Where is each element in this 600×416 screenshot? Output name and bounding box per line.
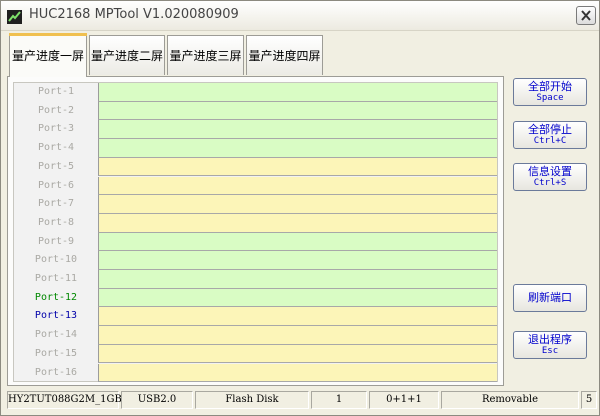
port-row: Port-1 bbox=[14, 83, 497, 102]
button-label: 刷新端口 bbox=[528, 291, 572, 304]
port-row: Port-15 bbox=[14, 344, 497, 364]
info-settings-button[interactable]: 信息设置 Ctrl+S bbox=[513, 163, 587, 191]
button-shortcut: Ctrl+S bbox=[533, 178, 567, 188]
port-label: Port-14 bbox=[34, 329, 78, 341]
port-progress-grid: Port-1 Port-2 Port-3 Port-4 Port-5 Port-… bbox=[13, 82, 498, 383]
port-progress-bar bbox=[98, 251, 497, 270]
port-label: Port-1 bbox=[37, 86, 75, 97]
port-progress-bar bbox=[98, 83, 497, 102]
port-label: Port-4 bbox=[37, 142, 75, 154]
port-progress-bar bbox=[98, 176, 497, 196]
button-shortcut: Ctrl+C bbox=[533, 136, 567, 146]
tab-progress-screen-4[interactable]: 量产进度四屏 bbox=[246, 35, 323, 75]
app-icon bbox=[7, 10, 22, 24]
button-label: 退出程序 bbox=[528, 333, 572, 346]
refresh-ports-button[interactable]: 刷新端口 bbox=[513, 284, 587, 312]
port-row: Port-11 bbox=[14, 270, 497, 289]
port-label: Port-2 bbox=[37, 104, 75, 116]
tab-progress-screen-1[interactable]: 量产进度一屏 bbox=[9, 33, 87, 77]
port-label: Port-13 bbox=[34, 310, 78, 322]
port-row: Port-4 bbox=[14, 139, 497, 158]
port-progress-bar bbox=[98, 307, 497, 327]
port-progress-bar bbox=[98, 326, 497, 345]
port-progress-bar bbox=[98, 288, 497, 308]
port-progress-bar bbox=[98, 232, 497, 252]
tab-label: 量产进度三屏 bbox=[169, 49, 242, 63]
port-progress-bar bbox=[98, 270, 497, 289]
port-row: Port-12 bbox=[14, 288, 497, 308]
port-row: Port-10 bbox=[14, 251, 497, 270]
port-label: Port-5 bbox=[37, 160, 75, 172]
tab-progress-screen-3[interactable]: 量产进度三屏 bbox=[167, 35, 244, 75]
port-label: Port-12 bbox=[34, 291, 78, 303]
exit-program-button[interactable]: 退出程序 Esc bbox=[513, 331, 587, 359]
port-row: Port-16 bbox=[14, 363, 497, 383]
tab-progress-screen-2[interactable]: 量产进度二屏 bbox=[89, 35, 165, 75]
port-row: Port-5 bbox=[14, 157, 497, 177]
window-title: HUC2168 MPTool V1.020080909 bbox=[29, 7, 239, 22]
tab-label: 量产进度四屏 bbox=[248, 49, 321, 63]
stop-all-button[interactable]: 全部停止 Ctrl+C bbox=[513, 121, 587, 149]
status-lun-info: 0+1+1 bbox=[369, 391, 439, 409]
title-bar[interactable]: HUC2168 MPTool V1.020080909 bbox=[1, 1, 599, 31]
port-row: Port-8 bbox=[14, 213, 497, 233]
status-media-type: Flash Disk bbox=[195, 391, 309, 409]
start-all-button[interactable]: 全部开始 Space bbox=[513, 78, 587, 106]
port-progress-bar bbox=[98, 120, 497, 140]
port-progress-bar bbox=[98, 344, 497, 364]
tab-label: 量产进度二屏 bbox=[90, 49, 163, 63]
port-row: Port-6 bbox=[14, 176, 497, 196]
status-device-model: HY2TUT088G2M_1GB bbox=[7, 391, 122, 409]
port-row: Port-13 bbox=[14, 307, 497, 327]
button-label: 全部停止 bbox=[528, 123, 572, 136]
port-row: Port-9 bbox=[14, 232, 497, 252]
port-row: Port-2 bbox=[14, 101, 497, 121]
button-shortcut: Esc bbox=[541, 346, 559, 356]
status-removable: Removable bbox=[441, 391, 579, 409]
status-count: 1 bbox=[311, 391, 367, 409]
close-button[interactable] bbox=[576, 6, 596, 25]
port-progress-bar bbox=[98, 139, 497, 158]
port-label: Port-10 bbox=[34, 254, 78, 266]
button-shortcut: Space bbox=[536, 93, 564, 103]
status-interface: USB2.0 bbox=[121, 391, 193, 409]
port-row: Port-14 bbox=[14, 326, 497, 345]
port-progress-bar bbox=[98, 363, 497, 383]
port-label: Port-8 bbox=[37, 216, 75, 228]
port-label: Port-11 bbox=[34, 273, 78, 284]
status-port-total: 5 bbox=[581, 391, 597, 409]
port-progress-bar bbox=[98, 157, 497, 177]
port-label: Port-6 bbox=[37, 179, 75, 191]
port-row: Port-3 bbox=[14, 120, 497, 140]
port-progress-bar bbox=[98, 101, 497, 121]
port-label: Port-7 bbox=[37, 198, 75, 210]
tab-label: 量产进度一屏 bbox=[11, 49, 84, 63]
button-label: 信息设置 bbox=[528, 165, 572, 178]
status-bar: HY2TUT088G2M_1GB USB2.0 Flash Disk 1 0+1… bbox=[1, 389, 599, 415]
main-window: HUC2168 MPTool V1.020080909 量产进度一屏 量产进度二… bbox=[0, 0, 600, 416]
port-progress-bar bbox=[98, 195, 497, 214]
button-label: 全部开始 bbox=[528, 80, 572, 93]
port-row: Port-7 bbox=[14, 195, 497, 214]
close-icon bbox=[581, 10, 591, 21]
port-progress-bar bbox=[98, 213, 497, 233]
port-label: Port-15 bbox=[34, 347, 78, 359]
port-label: Port-3 bbox=[37, 123, 75, 135]
port-label: Port-16 bbox=[34, 366, 78, 378]
port-label: Port-9 bbox=[37, 235, 75, 247]
